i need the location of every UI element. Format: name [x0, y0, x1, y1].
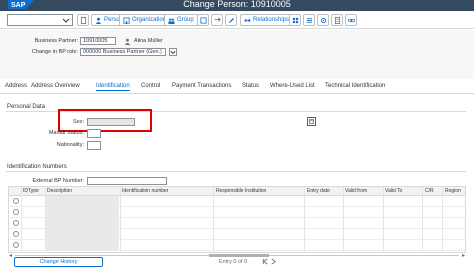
table-row[interactable] — [9, 229, 465, 240]
description-cell — [46, 240, 119, 251]
tool-button-5[interactable] — [345, 14, 357, 26]
entry-count: Entry 0 of 0 — [219, 259, 248, 265]
relationships-button[interactable]: Relationships — [240, 14, 294, 26]
nationality-field[interactable] — [87, 141, 101, 150]
tab-where-used-list[interactable]: Where-Used List — [270, 83, 315, 89]
table-row[interactable] — [9, 196, 465, 207]
pager-first-icon[interactable] — [262, 258, 269, 265]
business-partner-name: Alina Müller — [134, 38, 163, 44]
bp-role-label: Change in BP role: — [31, 49, 78, 55]
personal-data-title: Personal Data — [7, 104, 46, 110]
tab-address[interactable]: Address — [5, 83, 27, 89]
switch-button[interactable] — [211, 14, 223, 26]
description-cell — [46, 229, 119, 240]
business-partner-field[interactable]: 10910005 — [80, 37, 116, 45]
column-description[interactable]: Description — [47, 188, 72, 194]
external-bp-label: External BP Number: — [32, 178, 84, 184]
row-select-radio[interactable] — [13, 198, 19, 204]
chevron-down-icon — [62, 18, 70, 23]
column-cr[interactable]: C/R — [425, 188, 434, 194]
organization-button-label: Organization — [132, 17, 167, 23]
shell-bar: SAP Change Person: 10910005 — [0, 0, 474, 11]
tool-button-2[interactable] — [303, 14, 315, 26]
display-change-button[interactable] — [225, 14, 237, 26]
save-button[interactable] — [197, 14, 209, 26]
person-icon — [124, 38, 131, 45]
change-history-button[interactable]: Change History — [14, 257, 103, 267]
new-document-icon — [80, 16, 86, 24]
table-row[interactable] — [9, 218, 465, 229]
identification-numbers-title: Identification Numbers — [7, 164, 67, 170]
tab-payment-transactions[interactable]: Payment Transactions — [172, 83, 231, 89]
group-button[interactable]: Group — [164, 14, 198, 26]
save-icon — [199, 16, 207, 24]
business-partner-label: Business Partner: — [34, 38, 78, 44]
tab-technical-identification[interactable]: Technical Identification — [325, 83, 385, 89]
tab-identification[interactable]: Identification — [96, 83, 130, 91]
row-select-radio[interactable] — [13, 242, 19, 248]
identification-table: IDType Description Identification number… — [8, 186, 466, 253]
column-region[interactable]: Region — [445, 188, 461, 194]
settings-icon — [320, 17, 326, 23]
marital-status-field[interactable] — [87, 129, 101, 138]
link-icon — [347, 18, 355, 22]
column-valid-to[interactable]: Valid To — [385, 188, 402, 194]
identification-divider — [6, 171, 466, 172]
chevron-down-icon — [170, 50, 176, 55]
new-button[interactable] — [77, 14, 89, 26]
description-cell — [46, 207, 119, 218]
column-identification-number[interactable]: Identification number — [122, 188, 168, 194]
tool-button-1[interactable] — [289, 14, 301, 26]
table-row[interactable] — [9, 240, 465, 251]
organization-button[interactable]: Organization — [119, 14, 171, 26]
nationality-label: Nationality: — [56, 142, 84, 148]
column-entry-date[interactable]: Entry date — [307, 188, 330, 194]
marital-status-label: Marital Status: — [48, 130, 84, 136]
table-header: IDType Description Identification number… — [9, 187, 465, 196]
group-icon — [168, 17, 175, 24]
column-idtype[interactable]: IDType — [23, 188, 39, 194]
bp-role-select[interactable]: 000000 Business Partner (Gen.) — [80, 48, 166, 56]
switch-icon — [214, 17, 221, 22]
document-icon — [334, 16, 340, 24]
help-button[interactable] — [307, 117, 316, 126]
group-button-label: Group — [177, 17, 194, 23]
tool-button-3[interactable] — [317, 14, 329, 26]
description-cell — [46, 196, 119, 207]
list-icon — [306, 17, 312, 23]
pager-next-icon[interactable] — [270, 258, 277, 265]
row-select-radio[interactable] — [13, 220, 19, 226]
column-responsible-institution[interactable]: Responsible Institution — [216, 188, 266, 194]
header-area: Business Partner: 10910005 Alina Müller … — [0, 30, 474, 79]
tool-button-4[interactable] — [331, 14, 343, 26]
grid-icon — [292, 17, 298, 23]
menu-select[interactable] — [7, 14, 73, 26]
bp-role-dropdown-button[interactable] — [169, 48, 177, 56]
tab-address-overview[interactable]: Address Overview — [31, 83, 80, 89]
toolbar: Person Organization Group Relationships — [0, 11, 474, 29]
relationships-icon — [244, 18, 251, 22]
relationships-button-label: Relationships — [253, 17, 290, 23]
column-valid-from[interactable]: Valid from — [345, 188, 367, 194]
tab-strip: Address Address Overview Identification … — [0, 80, 474, 94]
window-title: Change Person: 10910005 — [183, 0, 291, 9]
calendar-icon — [309, 119, 314, 124]
row-select-radio[interactable] — [13, 209, 19, 215]
tab-control[interactable]: Control — [141, 83, 160, 89]
organization-icon — [123, 16, 130, 24]
table-row[interactable] — [9, 207, 465, 218]
tab-status[interactable]: Status — [242, 83, 259, 89]
pencil-icon — [228, 17, 234, 23]
person-icon — [95, 17, 102, 24]
external-bp-field[interactable] — [87, 177, 167, 185]
description-cell — [46, 218, 119, 229]
row-select-radio[interactable] — [13, 231, 19, 237]
